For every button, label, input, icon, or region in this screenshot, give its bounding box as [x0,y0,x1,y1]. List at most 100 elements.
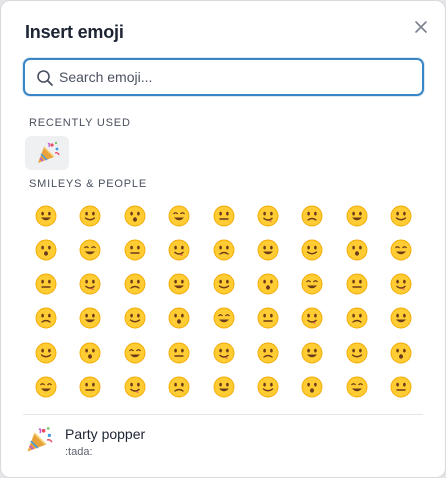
emoji-smiling-face[interactable] [72,266,108,302]
emoji-grid [1,194,445,401]
neutral-face-icon [124,342,146,364]
emoji-shushing-face[interactable] [294,300,330,336]
emoji-heart-eyes[interactable] [294,232,330,268]
emoji-grinning-face-big-eyes[interactable] [72,198,108,234]
emoji-dialog: Insert emoji RECENTLY USED SMILEYS & PEO… [0,0,446,478]
sleepy-face-icon [346,376,368,398]
emoji-face-raised-eyebrow[interactable] [72,335,108,371]
emoji-drooling-face[interactable] [383,369,419,401]
emoji-neutral-face[interactable] [117,335,153,371]
emoji-expressionless-face[interactable] [161,335,197,371]
emoji-face-open-eyes-hand-over-mouth[interactable] [206,300,242,336]
expressionless-face-icon [168,342,190,364]
emoji-smiling-face-hearts[interactable] [250,232,286,268]
dialog-title: Insert emoji [25,22,124,42]
emoji-relieved-face[interactable] [250,369,286,401]
pensive-face-icon [301,376,323,398]
smiling-face-icon [79,273,101,295]
emoji-grinning-face[interactable] [28,198,64,234]
emoji-sleepy-face[interactable] [339,369,375,401]
face-peeking-eye-icon [257,307,279,329]
melting-face-icon [79,239,101,261]
emoji-smiling-face-halo[interactable] [206,232,242,268]
heart-eyes-icon [301,239,323,261]
zany-face-icon [390,273,412,295]
emoji-lying-face[interactable] [161,369,197,401]
emoji-smiling-face-tear[interactable] [206,266,242,302]
relieved-face-icon [257,376,279,398]
emoji-grinning-face-sweat[interactable] [250,198,286,234]
emoji-kissing-face-smiling-eyes[interactable] [161,266,197,302]
emoji-dotted-line-face[interactable] [250,335,286,371]
winking-face-icon [124,239,146,261]
emoji-money-mouth-face[interactable] [72,300,108,336]
emoji-smiling-face-open-hands[interactable] [117,300,153,336]
face-exhaling-icon [124,376,146,398]
smiling-face-hearts-icon [257,239,279,261]
thinking-face-icon [346,307,368,329]
party-popper-icon [27,427,53,452]
upside-down-face-icon [35,239,57,261]
emoji-saluting-face[interactable] [383,300,419,336]
emoji-beaming-face[interactable] [161,198,197,234]
emoji-smiling-face-smiling-eyes[interactable] [161,232,197,268]
recent-emoji-party-popper[interactable] [25,136,69,170]
smiling-face-smiling-eyes-icon [168,239,190,261]
emoji-face-without-mouth[interactable] [206,335,242,371]
emoji-grimacing-face[interactable] [72,369,108,401]
emoji-grinning-squinting-face[interactable] [206,198,242,234]
face-without-mouth-icon [213,342,235,364]
emoji-zany-face[interactable] [383,266,419,302]
emoji-zipper-mouth-face[interactable] [28,335,64,371]
emoji-grinning-face-smiling-eyes[interactable] [117,198,153,234]
face-savoring-food-icon [257,273,279,295]
emoji-unamused-face[interactable] [383,335,419,371]
raised-eyebrow-face-icon [79,342,101,364]
emoji-winking-face[interactable] [117,232,153,268]
grinning-squinting-face-icon [213,205,235,227]
emoji-slightly-smiling-face[interactable] [383,198,419,234]
emoji-winking-face-tongue[interactable] [339,266,375,302]
emoji-face-exhaling[interactable] [117,369,153,401]
open-eyes-hand-over-mouth-icon [213,307,235,329]
emoji-face-hand-over-mouth[interactable] [161,300,197,336]
smileys-people-label: SMILEYS & PEOPLE [29,178,147,190]
emoji-melting-face[interactable] [72,232,108,268]
emoji-shaking-face[interactable] [206,369,242,401]
emoji-face-with-tongue[interactable] [294,266,330,302]
emoji-face-in-clouds[interactable] [294,335,330,371]
search-box[interactable] [23,58,424,96]
emoji-face-savoring-food[interactable] [250,266,286,302]
recently-used-label: RECENTLY USED [29,117,131,129]
emoji-star-struck[interactable] [339,232,375,268]
emoji-rolling-on-floor-laughing[interactable] [294,198,330,234]
close-icon[interactable] [411,17,431,37]
smirking-face-icon [346,342,368,364]
emoji-face-rolling-eyes[interactable] [28,369,64,401]
kissing-face-closed-eyes-icon [124,273,146,295]
emoji-face-tears-of-joy[interactable] [339,198,375,234]
beaming-face-icon [168,205,190,227]
emoji-smirking-face[interactable] [339,335,375,371]
rolling-laughing-icon [301,205,323,227]
kissing-face-smiling-eyes-icon [168,273,190,295]
divider [23,414,423,415]
search-input[interactable] [59,60,414,94]
rolling-eyes-face-icon [35,376,57,398]
grimacing-face-icon [79,376,101,398]
emoji-upside-down-face[interactable] [28,232,64,268]
preview-emoji-name: Party popper [65,426,146,442]
emoji-face-peeking-eye[interactable] [250,300,286,336]
emoji-pensive-face[interactable] [294,369,330,401]
emoji-face-blowing-kiss[interactable] [383,232,419,268]
face-with-tongue-icon [301,273,323,295]
emoji-squinting-face-tongue[interactable] [28,300,64,336]
shaking-face-icon [213,376,235,398]
unamused-face-icon [390,342,412,364]
winking-face-tongue-icon [346,273,368,295]
emoji-kissing-face[interactable] [28,266,64,302]
emoji-kissing-face-closed-eyes[interactable] [117,266,153,302]
hand-over-mouth-icon [168,307,190,329]
dotted-line-face-icon [257,342,279,364]
emoji-thinking-face[interactable] [339,300,375,336]
